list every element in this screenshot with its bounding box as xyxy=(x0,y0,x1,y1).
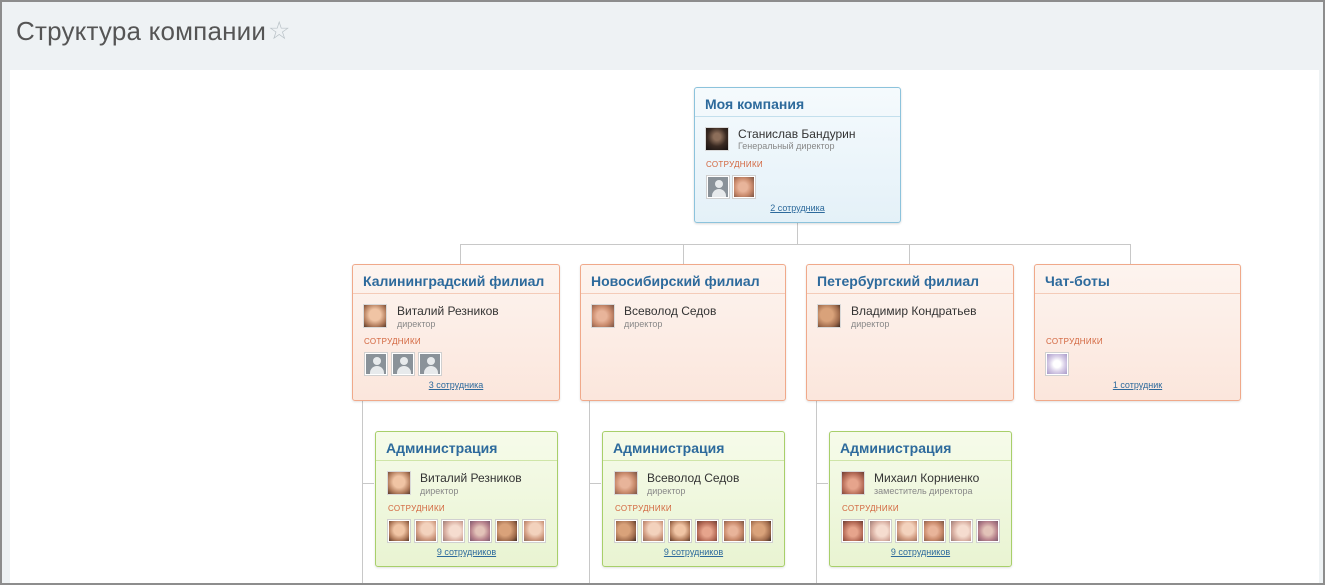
connector-dept-3-horizontal xyxy=(816,483,828,484)
page-title: Структура компании xyxy=(16,16,267,46)
head-name[interactable]: Виталий Резников xyxy=(420,471,522,485)
connector-branch-4 xyxy=(1130,244,1131,264)
head-role: директор xyxy=(420,486,459,496)
employee-avatar[interactable] xyxy=(365,353,387,375)
head-name[interactable]: Владимир Кондратьев xyxy=(851,304,977,318)
head-photo[interactable] xyxy=(841,471,865,495)
employee-avatar[interactable] xyxy=(669,520,691,542)
connector-root-down xyxy=(797,222,798,245)
org-node-department[interactable]: Администрация Всеволод Седов директор СО… xyxy=(602,431,785,567)
page-header: Структура компании ☆ xyxy=(2,2,1323,70)
star-outline-icon[interactable]: ☆ xyxy=(268,16,290,46)
employee-avatar[interactable] xyxy=(869,520,891,542)
org-node-chatbots[interactable]: Чат-боты СОТРУДНИКИ 1 сотрудник xyxy=(1034,264,1241,401)
node-title[interactable]: Калининградский филиал xyxy=(353,265,559,294)
org-node-department[interactable]: Администрация Михаил Корниенко заместите… xyxy=(829,431,1012,567)
employee-avatar[interactable] xyxy=(750,520,772,542)
employee-count-link[interactable]: 2 сотрудника xyxy=(695,203,900,213)
head-name[interactable]: Михаил Корниенко xyxy=(874,471,979,485)
head-photo[interactable] xyxy=(817,304,841,328)
head-role: директор xyxy=(624,319,663,329)
employee-avatar[interactable] xyxy=(469,520,491,542)
employee-avatar[interactable] xyxy=(642,520,664,542)
employee-avatar[interactable] xyxy=(707,176,729,198)
head-role: директор xyxy=(647,486,686,496)
head-name[interactable]: Виталий Резников xyxy=(397,304,499,318)
head-name[interactable]: Всеволод Седов xyxy=(624,304,716,318)
head-name[interactable]: Всеволод Седов xyxy=(647,471,739,485)
org-chart-canvas[interactable]: Моя компания Станислав Бандурин Генераль… xyxy=(10,70,1319,583)
employee-count-link[interactable]: 3 сотрудника xyxy=(353,380,559,390)
connector-dept-1-horizontal xyxy=(362,483,374,484)
employees-label: СОТРУДНИКИ xyxy=(388,504,445,513)
employee-avatar[interactable] xyxy=(415,520,437,542)
head-role: заместитель директора xyxy=(874,486,973,496)
org-node-branch-petersburg[interactable]: Петербургский филиал Владимир Кондратьев… xyxy=(806,264,1014,401)
head-photo[interactable] xyxy=(387,471,411,495)
employees-label: СОТРУДНИКИ xyxy=(706,160,763,169)
chatbot-avatar[interactable] xyxy=(1046,353,1068,375)
connector-dept-2-vertical xyxy=(589,401,590,583)
head-name[interactable]: Станислав Бандурин xyxy=(738,127,855,141)
employee-avatar[interactable] xyxy=(392,353,414,375)
employee-avatar[interactable] xyxy=(723,520,745,542)
employee-count-link[interactable]: 1 сотрудник xyxy=(1035,380,1240,390)
node-title[interactable]: Администрация xyxy=(830,432,1011,461)
connector-dept-1-vertical xyxy=(362,401,363,583)
employee-avatar[interactable] xyxy=(842,520,864,542)
connector-branch-2 xyxy=(683,244,684,264)
org-node-branch-kaliningrad[interactable]: Калининградский филиал Виталий Резников … xyxy=(352,264,560,401)
head-photo[interactable] xyxy=(591,304,615,328)
employee-avatar[interactable] xyxy=(977,520,999,542)
employees-label: СОТРУДНИКИ xyxy=(1046,337,1103,346)
employee-avatar[interactable] xyxy=(950,520,972,542)
head-photo[interactable] xyxy=(363,304,387,328)
employee-avatar[interactable] xyxy=(388,520,410,542)
employee-avatar[interactable] xyxy=(696,520,718,542)
employee-avatar[interactable] xyxy=(923,520,945,542)
employee-avatar[interactable] xyxy=(442,520,464,542)
connector-branch-3 xyxy=(909,244,910,264)
employees-label: СОТРУДНИКИ xyxy=(615,504,672,513)
connector-dept-2-horizontal xyxy=(589,483,601,484)
connector-branch-1 xyxy=(460,244,461,264)
node-title[interactable]: Администрация xyxy=(603,432,784,461)
connector-dept-3-vertical xyxy=(816,401,817,583)
employee-avatar[interactable] xyxy=(615,520,637,542)
employee-avatar[interactable] xyxy=(523,520,545,542)
connector-branches-horizontal xyxy=(460,244,1131,245)
org-node-branch-novosibirsk[interactable]: Новосибирский филиал Всеволод Седов дире… xyxy=(580,264,786,401)
org-node-department[interactable]: Администрация Виталий Резников директор … xyxy=(375,431,558,567)
employees-label: СОТРУДНИКИ xyxy=(842,504,899,513)
node-title[interactable]: Моя компания xyxy=(695,88,900,117)
node-title[interactable]: Петербургский филиал xyxy=(807,265,1013,294)
employee-avatar[interactable] xyxy=(419,353,441,375)
org-node-root[interactable]: Моя компания Станислав Бандурин Генераль… xyxy=(694,87,901,223)
employee-count-link[interactable]: 9 сотрудников xyxy=(376,547,557,557)
employee-avatar[interactable] xyxy=(733,176,755,198)
head-photo[interactable] xyxy=(614,471,638,495)
employee-avatar[interactable] xyxy=(896,520,918,542)
employee-count-link[interactable]: 9 сотрудников xyxy=(830,547,1011,557)
node-title[interactable]: Администрация xyxy=(376,432,557,461)
head-role: Генеральный директор xyxy=(738,141,835,151)
employees-label: СОТРУДНИКИ xyxy=(364,337,421,346)
head-photo[interactable] xyxy=(705,127,729,151)
node-title[interactable]: Чат-боты xyxy=(1035,265,1240,294)
employee-avatar[interactable] xyxy=(496,520,518,542)
employee-count-link[interactable]: 9 сотрудников xyxy=(603,547,784,557)
window-frame: Структура компании ☆ Моя компания Станис… xyxy=(0,0,1325,585)
head-role: директор xyxy=(851,319,890,329)
node-title[interactable]: Новосибирский филиал xyxy=(581,265,785,294)
head-role: директор xyxy=(397,319,436,329)
